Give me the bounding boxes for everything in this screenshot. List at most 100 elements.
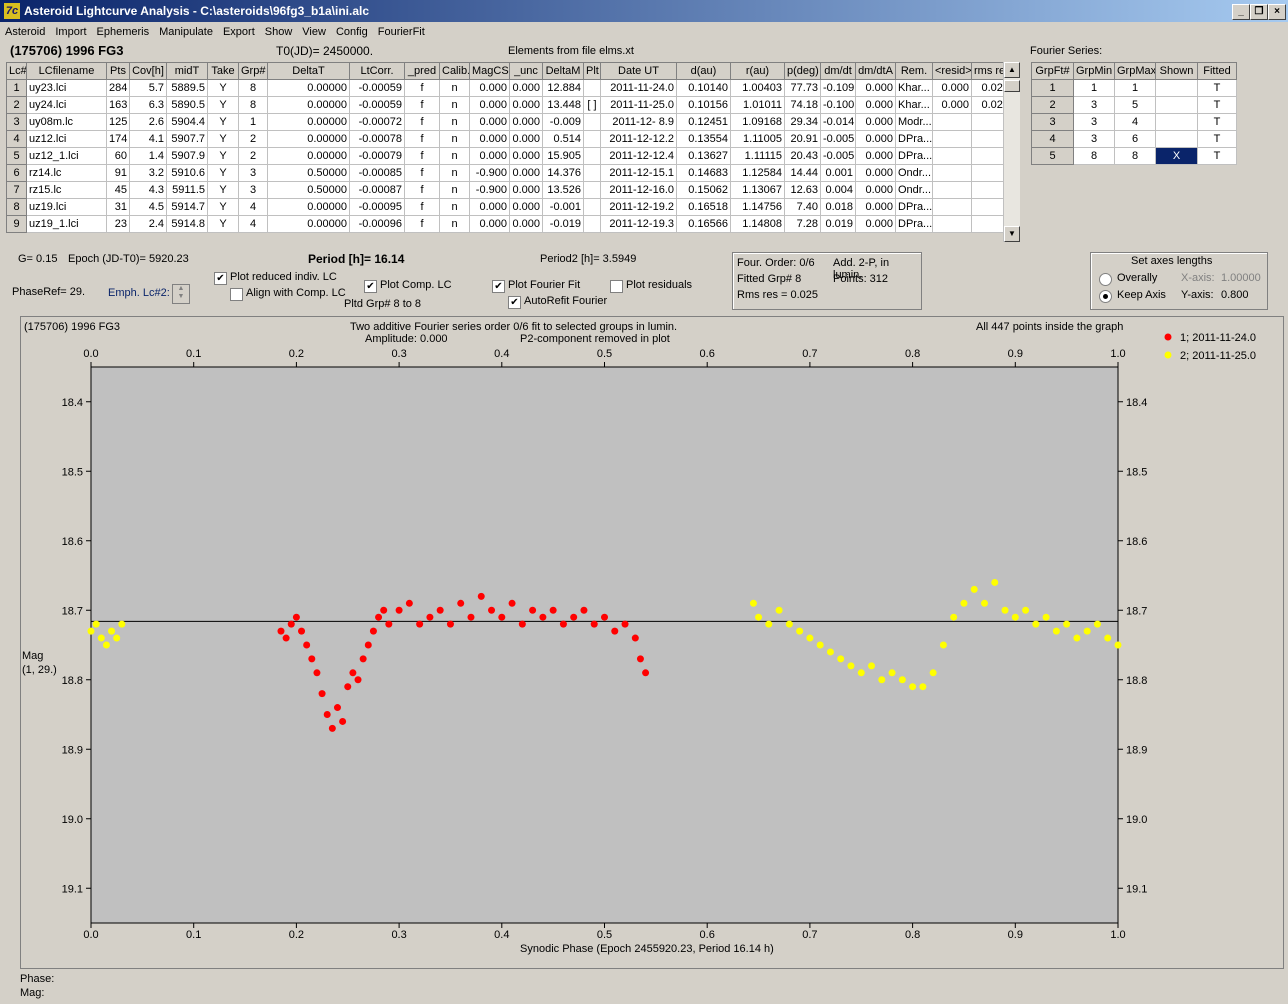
data-point bbox=[636, 655, 644, 663]
data-point bbox=[559, 620, 567, 628]
data-point bbox=[405, 599, 413, 607]
x-tick-label-top: 0.1 bbox=[186, 348, 201, 360]
x-tick-label: 0.5 bbox=[597, 929, 612, 941]
data-point bbox=[102, 641, 110, 649]
x-tick-label: 0.3 bbox=[391, 929, 406, 941]
y-tick-label: 18.9 bbox=[62, 744, 83, 756]
data-point bbox=[1104, 634, 1112, 642]
data-point bbox=[375, 613, 383, 621]
status-mag: Mag: bbox=[20, 987, 45, 999]
y-tick-label-right: 19.0 bbox=[1126, 814, 1147, 826]
data-point bbox=[539, 613, 547, 621]
legend-label: 1; 2011-11-24.0 bbox=[1180, 332, 1256, 344]
legend-marker bbox=[1164, 351, 1172, 359]
data-point bbox=[303, 641, 311, 649]
data-point bbox=[323, 711, 331, 718]
data-point bbox=[529, 606, 537, 614]
data-point bbox=[1063, 620, 1071, 628]
data-point bbox=[318, 690, 326, 698]
data-point bbox=[960, 599, 968, 607]
data-point bbox=[292, 613, 300, 621]
y-tick-label-right: 18.5 bbox=[1126, 466, 1147, 478]
data-point bbox=[113, 634, 121, 642]
data-point bbox=[277, 627, 285, 635]
data-point bbox=[457, 599, 465, 607]
y-tick-label-right: 18.9 bbox=[1126, 744, 1147, 756]
x-tick-label: 0.0 bbox=[83, 929, 98, 941]
y-tick-label-right: 18.8 bbox=[1126, 675, 1147, 687]
x-tick-label: 0.8 bbox=[905, 929, 920, 941]
status-phase: Phase: bbox=[20, 973, 55, 985]
x-tick-label-top: 0.6 bbox=[700, 348, 715, 360]
data-point bbox=[446, 620, 454, 628]
data-point bbox=[1011, 613, 1019, 621]
data-point bbox=[282, 634, 290, 642]
x-tick-label-top: 0.9 bbox=[1008, 348, 1023, 360]
data-point bbox=[549, 606, 557, 614]
data-point bbox=[580, 606, 588, 614]
plot-area bbox=[90, 366, 1119, 924]
data-point bbox=[339, 717, 347, 725]
data-point bbox=[477, 592, 485, 600]
data-point bbox=[601, 613, 608, 621]
y-tick-label-right: 18.7 bbox=[1126, 605, 1147, 617]
x-tick-label: 0.7 bbox=[802, 929, 817, 941]
data-point bbox=[909, 683, 917, 691]
y-tick-label: 19.0 bbox=[62, 814, 83, 826]
data-point bbox=[775, 606, 783, 614]
y-tick-label: 18.7 bbox=[62, 605, 83, 617]
data-point bbox=[328, 724, 336, 732]
data-point bbox=[878, 676, 886, 684]
data-point bbox=[590, 620, 598, 628]
data-point bbox=[919, 683, 927, 691]
data-point bbox=[426, 613, 434, 621]
data-point bbox=[385, 620, 393, 628]
data-point bbox=[785, 620, 793, 628]
y-tick-label-right: 18.6 bbox=[1126, 536, 1147, 548]
data-point bbox=[308, 655, 316, 663]
data-point bbox=[369, 627, 377, 635]
data-point bbox=[359, 655, 367, 663]
x-tick-label-top: 0.3 bbox=[391, 348, 406, 360]
y-tick-label-right: 18.4 bbox=[1126, 397, 1147, 409]
x-tick-label-top: 1.0 bbox=[1110, 348, 1125, 360]
data-point bbox=[333, 704, 341, 712]
data-point bbox=[847, 662, 855, 670]
data-point bbox=[1114, 641, 1122, 649]
data-point bbox=[991, 578, 999, 586]
data-point bbox=[1001, 606, 1009, 614]
data-point bbox=[416, 620, 424, 628]
data-point bbox=[108, 627, 116, 635]
data-point bbox=[929, 669, 937, 677]
data-point bbox=[749, 599, 757, 607]
data-point bbox=[826, 648, 834, 656]
x-tick-label-top: 0.2 bbox=[289, 348, 304, 360]
x-tick-label: 0.9 bbox=[1008, 929, 1023, 941]
data-point bbox=[631, 634, 639, 642]
data-point bbox=[498, 613, 506, 621]
data-point bbox=[755, 613, 763, 621]
data-point bbox=[950, 613, 958, 621]
x-tick-label-top: 0.4 bbox=[494, 348, 509, 360]
x-tick-label: 0.4 bbox=[494, 929, 509, 941]
data-point bbox=[837, 655, 845, 663]
data-point bbox=[1042, 613, 1050, 621]
data-point bbox=[298, 627, 306, 635]
y-tick-label: 18.4 bbox=[62, 397, 83, 409]
data-point bbox=[508, 599, 516, 607]
data-point bbox=[1052, 627, 1060, 635]
lightcurve-chart[interactable]: 0.0 0.0 0.1 0.1 0.2 0.2 0.3 0.3 0.4 0.4 0.5 0.5 0.6 0… bbox=[0, 0, 1288, 1004]
data-point bbox=[349, 669, 357, 677]
x-tick-label: 0.6 bbox=[700, 929, 715, 941]
data-point bbox=[467, 613, 475, 621]
legend-marker bbox=[1164, 333, 1172, 341]
data-point bbox=[888, 669, 896, 677]
y-tick-label-right: 19.1 bbox=[1126, 883, 1147, 895]
data-point bbox=[857, 669, 865, 677]
data-point bbox=[939, 641, 947, 649]
y-tick-label: 18.6 bbox=[62, 536, 83, 548]
data-point bbox=[816, 641, 824, 649]
data-point bbox=[1073, 634, 1081, 642]
data-point bbox=[354, 676, 362, 684]
data-point bbox=[868, 662, 876, 670]
